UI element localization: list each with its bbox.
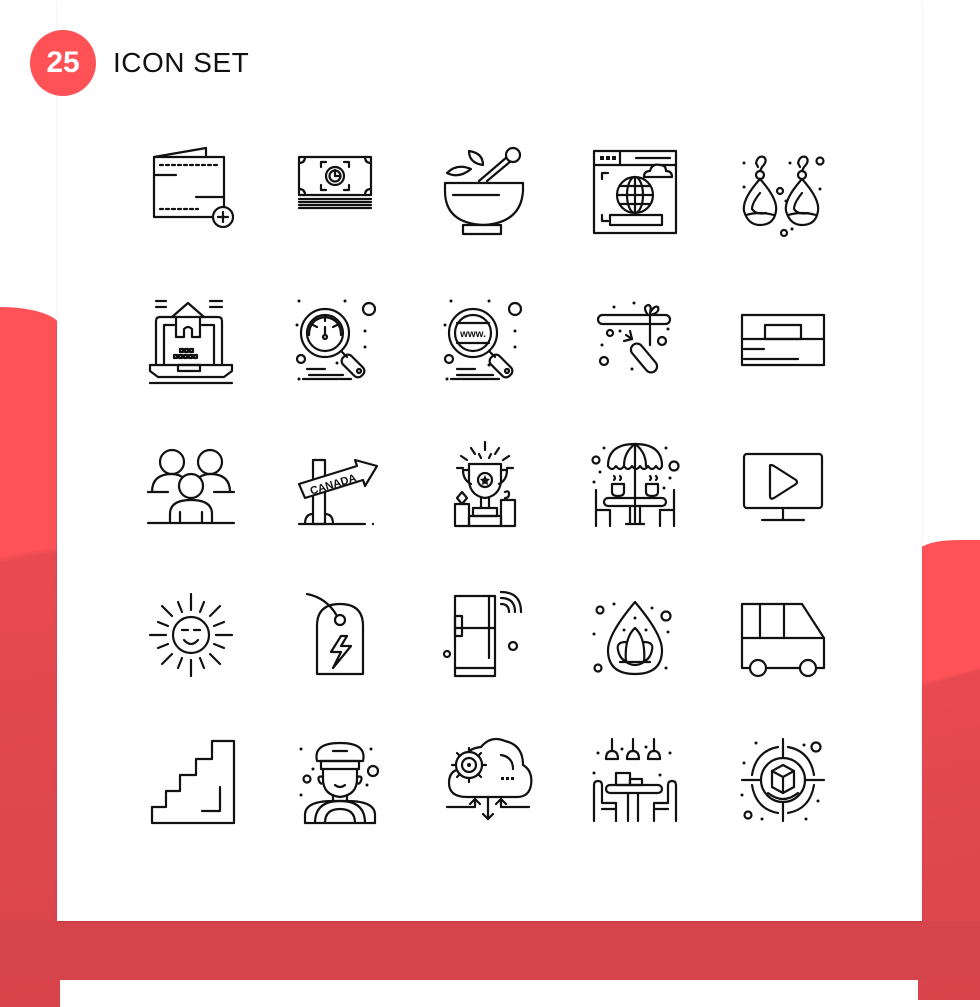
earrings-icon[interactable] <box>738 145 828 238</box>
stairs-icon[interactable] <box>146 735 236 825</box>
chauffeur-icon[interactable] <box>295 735 385 825</box>
monitor-play-icon[interactable] <box>738 440 828 530</box>
canada-signpost-icon[interactable]: CANADA <box>295 440 385 530</box>
cloud-settings-icon[interactable] <box>443 735 533 825</box>
smiling-sun-icon[interactable] <box>146 590 236 680</box>
van-icon[interactable] <box>738 590 828 680</box>
target-box-icon[interactable] <box>738 735 828 825</box>
wallet-add-icon[interactable] <box>146 145 236 235</box>
money-stack-icon[interactable] <box>295 145 385 235</box>
icon-grid: www. CANADA <box>0 0 980 980</box>
card-box-icon[interactable] <box>738 295 828 385</box>
user-group-icon[interactable] <box>146 440 236 530</box>
mortar-pestle-icon[interactable] <box>443 145 533 236</box>
search-speedometer-icon[interactable] <box>295 295 385 385</box>
lotus-drop-icon[interactable] <box>590 590 680 680</box>
dining-table-icon[interactable] <box>590 735 680 825</box>
laptop-house-icon[interactable] <box>146 295 236 385</box>
carrot-stick-icon[interactable] <box>590 295 680 385</box>
www-label: www. <box>459 329 486 340</box>
browser-globe-icon[interactable] <box>590 145 680 235</box>
smart-fridge-icon[interactable] <box>442 590 533 680</box>
trophy-icon[interactable] <box>443 440 533 530</box>
search-www-icon[interactable]: www. <box>443 295 533 385</box>
cafe-umbrella-icon[interactable] <box>590 440 680 530</box>
energy-tag-icon[interactable] <box>295 590 385 680</box>
